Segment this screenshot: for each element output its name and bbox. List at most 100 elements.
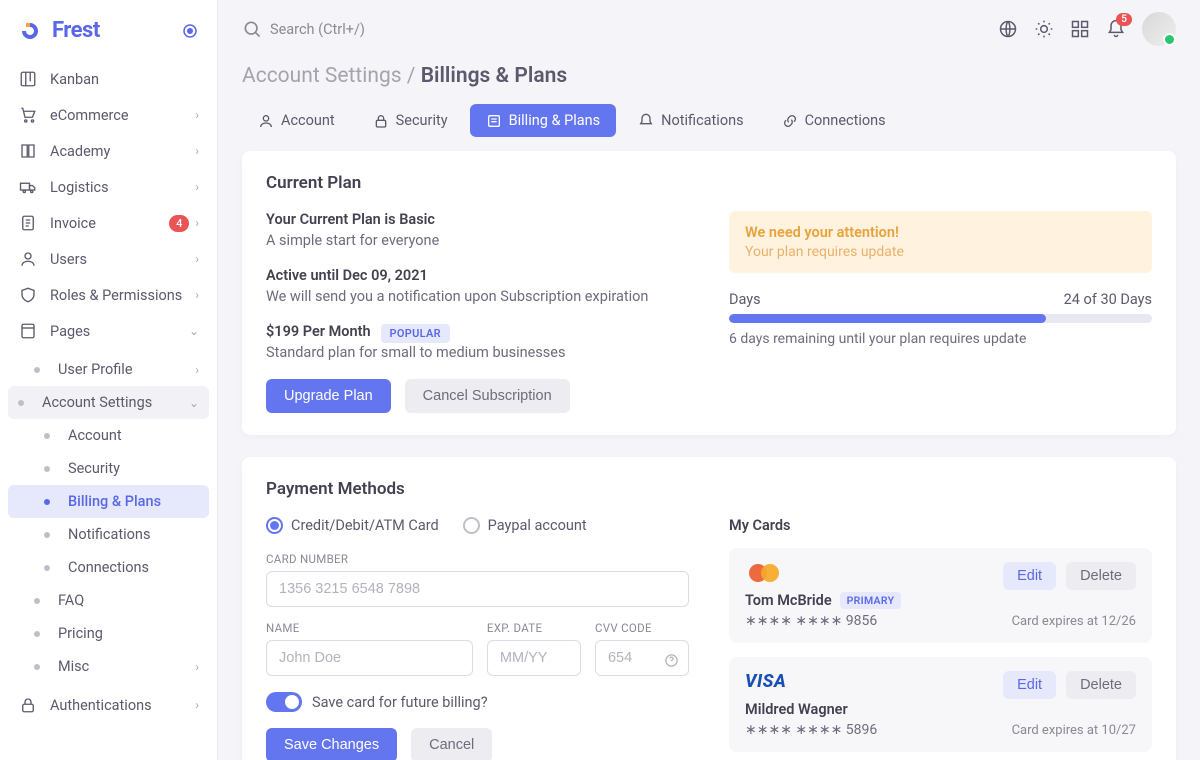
chevron-right-icon: ›: [195, 660, 199, 674]
bell-icon[interactable]: 5: [1106, 19, 1126, 39]
brand-logo-icon: [18, 19, 42, 43]
bullet-icon: [44, 499, 50, 505]
sidebar-item-kanban[interactable]: Kanban: [0, 61, 217, 97]
file-icon: [18, 213, 38, 233]
exp-input[interactable]: [487, 640, 581, 676]
link-icon: [782, 113, 798, 129]
alert-warning: We need your attention! Your plan requir…: [729, 211, 1152, 273]
sidebar-item-pages[interactable]: Pages ⌄: [0, 313, 217, 349]
chevron-right-icon: ›: [195, 180, 199, 194]
progress-fill: [729, 314, 1046, 323]
chevron-right-icon: ›: [195, 288, 199, 302]
chevron-right-icon: ›: [195, 363, 199, 377]
sun-icon[interactable]: [1034, 19, 1054, 39]
card-title: Payment Methods: [266, 479, 1152, 499]
sidebar-item-account-settings[interactable]: Account Settings ⌄: [8, 386, 209, 419]
plan-active-sub: We will send you a notification upon Sub…: [266, 288, 689, 305]
pin-icon[interactable]: [181, 22, 199, 40]
sidebar-item-users[interactable]: Users ›: [0, 241, 217, 277]
main-content: Search (Ctrl+/) 5 Account Settings / Bil…: [218, 0, 1200, 760]
globe-icon[interactable]: [998, 19, 1018, 39]
card-number-masked: ∗∗∗∗ ∗∗∗∗ 9856: [745, 613, 901, 629]
tab-billing-plans[interactable]: Billing & Plans: [470, 104, 617, 137]
bullet-icon: [34, 631, 40, 637]
search-icon: [242, 19, 262, 39]
plan-price-sub: Standard plan for small to medium busine…: [266, 344, 689, 361]
primary-badge: PRIMARY: [840, 592, 902, 609]
sidebar-item-account[interactable]: Account: [0, 419, 217, 452]
grid-icon[interactable]: [1070, 19, 1090, 39]
sidebar-item-connections[interactable]: Connections: [0, 551, 217, 584]
sidebar-item-user-profile[interactable]: User Profile ›: [0, 353, 217, 386]
save-card-switch[interactable]: ✓: [266, 692, 302, 712]
help-icon[interactable]: [664, 653, 679, 668]
sidebar-item-ecommerce[interactable]: eCommerce ›: [0, 97, 217, 133]
avatar[interactable]: [1142, 12, 1176, 46]
save-changes-button[interactable]: Save Changes: [266, 728, 397, 760]
radio-paypal[interactable]: Paypal account: [463, 517, 587, 534]
tab-account[interactable]: Account: [242, 104, 351, 137]
sidebar-item-misc[interactable]: Misc›: [0, 650, 217, 683]
card-number-input[interactable]: [266, 571, 689, 607]
brand[interactable]: Frest: [0, 0, 217, 57]
alert-title: We need your attention!: [745, 224, 1136, 241]
name-input[interactable]: [266, 640, 473, 676]
sidebar-item-faq[interactable]: FAQ: [0, 584, 217, 617]
tab-connections[interactable]: Connections: [766, 104, 902, 137]
plan-active-heading: Active until Dec 09, 2021: [266, 267, 689, 284]
save-card-label: Save card for future billing?: [312, 694, 488, 711]
progress-bar: [729, 314, 1152, 323]
lock-icon: [373, 113, 389, 129]
card-expires: Card expires at 10/27: [1012, 723, 1136, 738]
bullet-icon: [44, 565, 50, 571]
search-input[interactable]: Search (Ctrl+/): [242, 19, 365, 39]
bullet-icon: [34, 598, 40, 604]
plan-name-sub: A simple start for everyone: [266, 232, 689, 249]
radio-card[interactable]: Credit/Debit/ATM Card: [266, 517, 439, 534]
sidebar-item-roles[interactable]: Roles & Permissions ›: [0, 277, 217, 313]
truck-icon: [18, 177, 38, 197]
sidebar-item-logistics[interactable]: Logistics ›: [0, 169, 217, 205]
sidebar: Frest Kanban eCommerce › Academy ›: [0, 0, 218, 760]
bell-icon: [638, 113, 654, 129]
saved-card-item: VISA Mildred Wagner ∗∗∗∗ ∗∗∗∗ 5896 Edit …: [729, 657, 1152, 752]
chevron-down-icon: ⌄: [189, 396, 199, 410]
bullet-icon: [34, 367, 40, 373]
card-holder-name: Tom McBride: [745, 592, 832, 609]
cancel-subscription-button[interactable]: Cancel Subscription: [405, 379, 570, 413]
chevron-down-icon: ⌄: [189, 324, 199, 338]
kanban-icon: [18, 69, 38, 89]
tabs: Account Security Billing & Plans Notific…: [218, 104, 1200, 151]
delete-card-button[interactable]: Delete: [1066, 562, 1136, 590]
sidebar-item-billing-plans[interactable]: Billing & Plans: [8, 485, 209, 518]
card-holder-name: Mildred Wagner: [745, 701, 848, 718]
upgrade-plan-button[interactable]: Upgrade Plan: [266, 379, 391, 413]
edit-card-button[interactable]: Edit: [1003, 562, 1056, 590]
sidebar-item-academy[interactable]: Academy ›: [0, 133, 217, 169]
cancel-button[interactable]: Cancel: [411, 728, 492, 760]
bullet-icon: [34, 664, 40, 670]
radio-icon: [463, 517, 480, 534]
chevron-right-icon: ›: [195, 216, 199, 230]
lock-icon: [18, 695, 38, 715]
delete-card-button[interactable]: Delete: [1066, 671, 1136, 699]
file-icon: [486, 113, 502, 129]
sidebar-item-security[interactable]: Security: [0, 452, 217, 485]
alert-text: Your plan requires update: [745, 244, 1136, 260]
sidebar-item-invoice[interactable]: Invoice 4 ›: [0, 205, 217, 241]
sidebar-item-pricing[interactable]: Pricing: [0, 617, 217, 650]
user-icon: [18, 249, 38, 269]
tab-security[interactable]: Security: [357, 104, 464, 137]
card-number-label: CARD NUMBER: [266, 552, 689, 566]
popular-badge: POPULAR: [381, 324, 450, 343]
pages-icon: [18, 321, 38, 341]
tab-notifications[interactable]: Notifications: [622, 104, 759, 137]
card-expires: Card expires at 12/26: [1012, 614, 1136, 629]
search-placeholder: Search (Ctrl+/): [270, 21, 365, 38]
edit-card-button[interactable]: Edit: [1003, 671, 1056, 699]
sidebar-item-authentications[interactable]: Authentications ›: [0, 687, 217, 723]
sidebar-item-notifications[interactable]: Notifications: [0, 518, 217, 551]
card-title: Current Plan: [266, 173, 1152, 193]
plan-price-heading: $199 Per Month: [266, 323, 371, 340]
payment-methods-card: Payment Methods Credit/Debit/ATM Card Pa…: [242, 457, 1176, 760]
